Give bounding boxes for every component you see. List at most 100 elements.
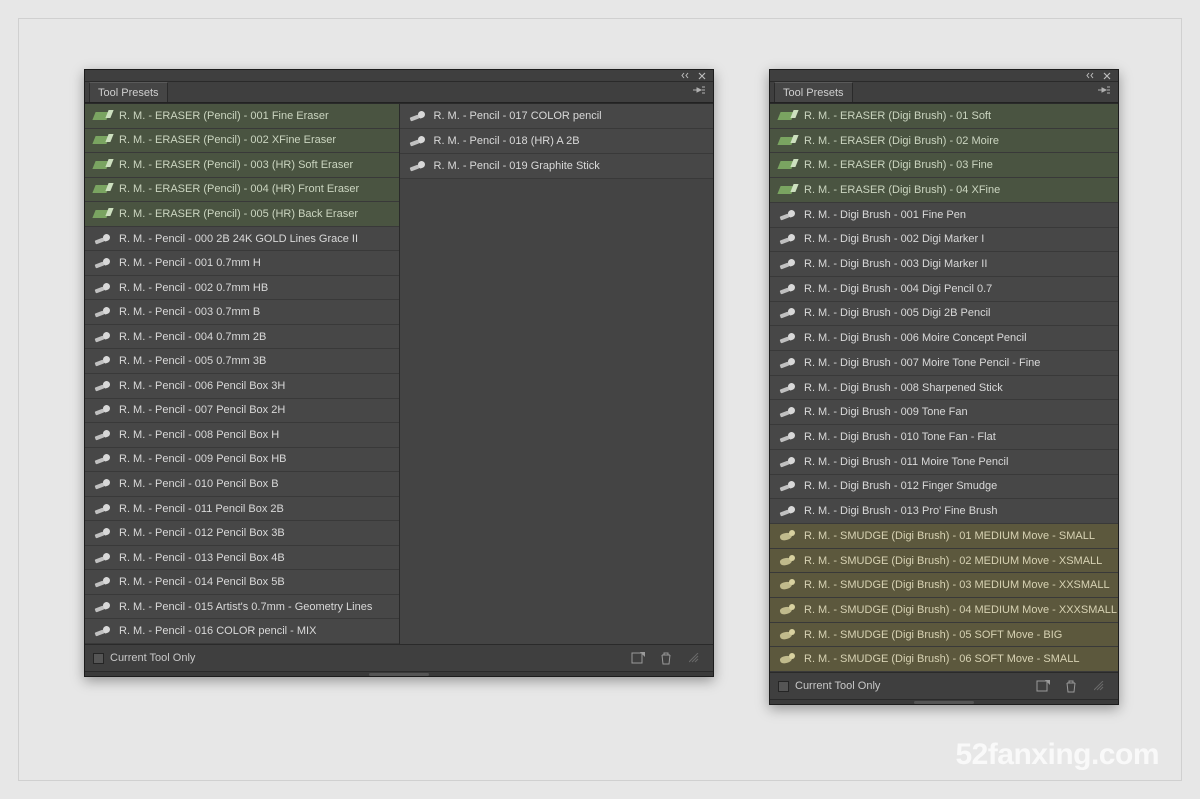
preset-item[interactable]: R. M. - Pencil - 003 0.7mm B: [85, 300, 399, 325]
preset-item[interactable]: R. M. - SMUDGE (Digi Brush) - 01 MEDIUM …: [770, 524, 1118, 549]
current-tool-only-checkbox[interactable]: [778, 681, 789, 692]
tab-tool-presets[interactable]: Tool Presets: [89, 82, 168, 102]
preset-column: R. M. - ERASER (Pencil) - 001 Fine Erase…: [85, 104, 399, 644]
brush-icon: [93, 330, 113, 344]
preset-item[interactable]: R. M. - Digi Brush - 013 Pro' Fine Brush: [770, 499, 1118, 524]
preset-icon-slot: [776, 254, 800, 274]
preset-label: R. M. - Pencil - 016 COLOR pencil - MIX: [119, 625, 399, 637]
preset-item[interactable]: R. M. - Pencil - 007 Pencil Box 2H: [85, 399, 399, 424]
preset-label: R. M. - Digi Brush - 005 Digi 2B Pencil: [804, 307, 1118, 319]
brush-icon: [778, 208, 798, 222]
preset-item[interactable]: R. M. - ERASER (Pencil) - 001 Fine Erase…: [85, 104, 399, 129]
brush-icon: [93, 477, 113, 491]
brush-icon: [778, 232, 798, 246]
preset-item[interactable]: R. M. - Pencil - 017 COLOR pencil: [400, 104, 714, 129]
current-tool-only-checkbox[interactable]: [93, 653, 104, 664]
preset-item[interactable]: R. M. - SMUDGE (Digi Brush) - 06 SOFT Mo…: [770, 647, 1118, 672]
preset-item[interactable]: R. M. - Pencil - 000 2B 24K GOLD Lines G…: [85, 227, 399, 252]
preset-item[interactable]: R. M. - Digi Brush - 007 Moire Tone Penc…: [770, 351, 1118, 376]
tab-tool-presets[interactable]: Tool Presets: [774, 82, 853, 102]
close-icon[interactable]: [1102, 72, 1112, 80]
preset-icon-slot: [91, 425, 115, 445]
preset-item[interactable]: R. M. - Pencil - 019 Graphite Stick: [400, 154, 714, 179]
preset-item[interactable]: R. M. - Pencil - 001 0.7mm H: [85, 251, 399, 276]
preset-icon-slot: [776, 402, 800, 422]
panel-menu-icon[interactable]: [689, 85, 709, 102]
brush-icon: [93, 403, 113, 417]
preset-item[interactable]: R. M. - Pencil - 011 Pencil Box 2B: [85, 497, 399, 522]
preset-item[interactable]: R. M. - Digi Brush - 008 Sharpened Stick: [770, 376, 1118, 401]
resize-grip-icon[interactable]: [683, 649, 705, 667]
preset-item[interactable]: R. M. - Pencil - 005 0.7mm 3B: [85, 349, 399, 374]
preset-item[interactable]: R. M. - Pencil - 004 0.7mm 2B: [85, 325, 399, 350]
preset-item[interactable]: R. M. - Pencil - 010 Pencil Box B: [85, 472, 399, 497]
preset-icon-slot: [776, 378, 800, 398]
preset-item[interactable]: R. M. - Digi Brush - 010 Tone Fan - Flat: [770, 425, 1118, 450]
new-preset-icon[interactable]: [1032, 677, 1054, 695]
preset-item[interactable]: R. M. - Digi Brush - 006 Moire Concept P…: [770, 326, 1118, 351]
preset-item[interactable]: R. M. - ERASER (Digi Brush) - 02 Moire: [770, 129, 1118, 154]
preset-item[interactable]: R. M. - Digi Brush - 005 Digi 2B Pencil: [770, 302, 1118, 327]
preset-item[interactable]: R. M. - ERASER (Digi Brush) - 03 Fine: [770, 153, 1118, 178]
preset-item[interactable]: R. M. - Pencil - 006 Pencil Box 3H: [85, 374, 399, 399]
brush-icon: [93, 551, 113, 565]
resize-grip-icon[interactable]: [1088, 677, 1110, 695]
preset-item[interactable]: R. M. - Pencil - 014 Pencil Box 5B: [85, 570, 399, 595]
preset-item[interactable]: R. M. - Pencil - 015 Artist's 0.7mm - Ge…: [85, 595, 399, 620]
preset-item[interactable]: R. M. - SMUDGE (Digi Brush) - 05 SOFT Mo…: [770, 623, 1118, 648]
preset-label: R. M. - Pencil - 006 Pencil Box 3H: [119, 380, 399, 392]
preset-item[interactable]: R. M. - Pencil - 018 (HR) A 2B: [400, 129, 714, 154]
preset-item[interactable]: R. M. - Digi Brush - 002 Digi Marker I: [770, 228, 1118, 253]
preset-item[interactable]: R. M. - SMUDGE (Digi Brush) - 02 MEDIUM …: [770, 549, 1118, 574]
panel-scroll-hint[interactable]: [85, 671, 713, 676]
brush-icon: [778, 504, 798, 518]
preset-icon-slot: [91, 597, 115, 617]
preset-item[interactable]: R. M. - Digi Brush - 011 Moire Tone Penc…: [770, 450, 1118, 475]
brush-icon: [93, 232, 113, 246]
preset-item[interactable]: R. M. - SMUDGE (Digi Brush) - 04 MEDIUM …: [770, 598, 1118, 623]
preset-item[interactable]: R. M. - Digi Brush - 001 Fine Pen: [770, 203, 1118, 228]
preset-item[interactable]: R. M. - Pencil - 009 Pencil Box HB: [85, 448, 399, 473]
eraser-icon: [94, 159, 112, 171]
preset-item[interactable]: R. M. - Digi Brush - 009 Tone Fan: [770, 400, 1118, 425]
new-preset-icon[interactable]: [627, 649, 649, 667]
eraser-icon: [94, 134, 112, 146]
collapse-icon[interactable]: [681, 72, 691, 80]
preset-item[interactable]: R. M. - ERASER (Pencil) - 002 XFine Eras…: [85, 129, 399, 154]
collapse-icon[interactable]: [1086, 72, 1096, 80]
preset-icon-slot: [406, 131, 430, 151]
preset-item[interactable]: R. M. - Pencil - 013 Pencil Box 4B: [85, 546, 399, 571]
preset-item[interactable]: R. M. - Digi Brush - 012 Finger Smudge: [770, 475, 1118, 500]
preset-item[interactable]: R. M. - Pencil - 016 COLOR pencil - MIX: [85, 619, 399, 644]
preset-label: R. M. - Digi Brush - 004 Digi Pencil 0.7: [804, 283, 1118, 295]
panel-titlebar: [770, 70, 1118, 82]
brush-icon: [778, 356, 798, 370]
preset-item[interactable]: R. M. - ERASER (Digi Brush) - 01 Soft: [770, 104, 1118, 129]
delete-preset-icon[interactable]: [655, 649, 677, 667]
brush-icon: [93, 281, 113, 295]
delete-preset-icon[interactable]: [1060, 677, 1082, 695]
preset-item[interactable]: R. M. - ERASER (Pencil) - 004 (HR) Front…: [85, 178, 399, 203]
brush-icon: [778, 479, 798, 493]
panel-menu-icon[interactable]: [1094, 85, 1114, 102]
preset-item[interactable]: R. M. - Digi Brush - 003 Digi Marker II: [770, 252, 1118, 277]
preset-item[interactable]: R. M. - ERASER (Digi Brush) - 04 XFine: [770, 178, 1118, 203]
brush-icon: [408, 134, 428, 148]
preset-item[interactable]: R. M. - SMUDGE (Digi Brush) - 03 MEDIUM …: [770, 573, 1118, 598]
preset-item[interactable]: R. M. - ERASER (Pencil) - 005 (HR) Back …: [85, 202, 399, 227]
close-icon[interactable]: [697, 72, 707, 80]
preset-item[interactable]: R. M. - Digi Brush - 004 Digi Pencil 0.7: [770, 277, 1118, 302]
panel-footer: Current Tool Only: [770, 673, 1118, 699]
preset-column: R. M. - Pencil - 017 COLOR pencilR. M. -…: [399, 104, 714, 644]
eraser-icon: [94, 110, 112, 122]
preset-icon-slot: [776, 131, 800, 151]
preset-item[interactable]: R. M. - ERASER (Pencil) - 003 (HR) Soft …: [85, 153, 399, 178]
preset-icon-slot: [776, 452, 800, 472]
preset-item[interactable]: R. M. - Pencil - 008 Pencil Box H: [85, 423, 399, 448]
preset-item[interactable]: R. M. - Pencil - 012 Pencil Box 3B: [85, 521, 399, 546]
preset-item[interactable]: R. M. - Pencil - 002 0.7mm HB: [85, 276, 399, 301]
smudge-icon: [779, 554, 797, 568]
preset-icon-slot: [776, 353, 800, 373]
panel-scroll-hint[interactable]: [770, 699, 1118, 704]
preset-label: R. M. - ERASER (Pencil) - 004 (HR) Front…: [119, 183, 399, 195]
